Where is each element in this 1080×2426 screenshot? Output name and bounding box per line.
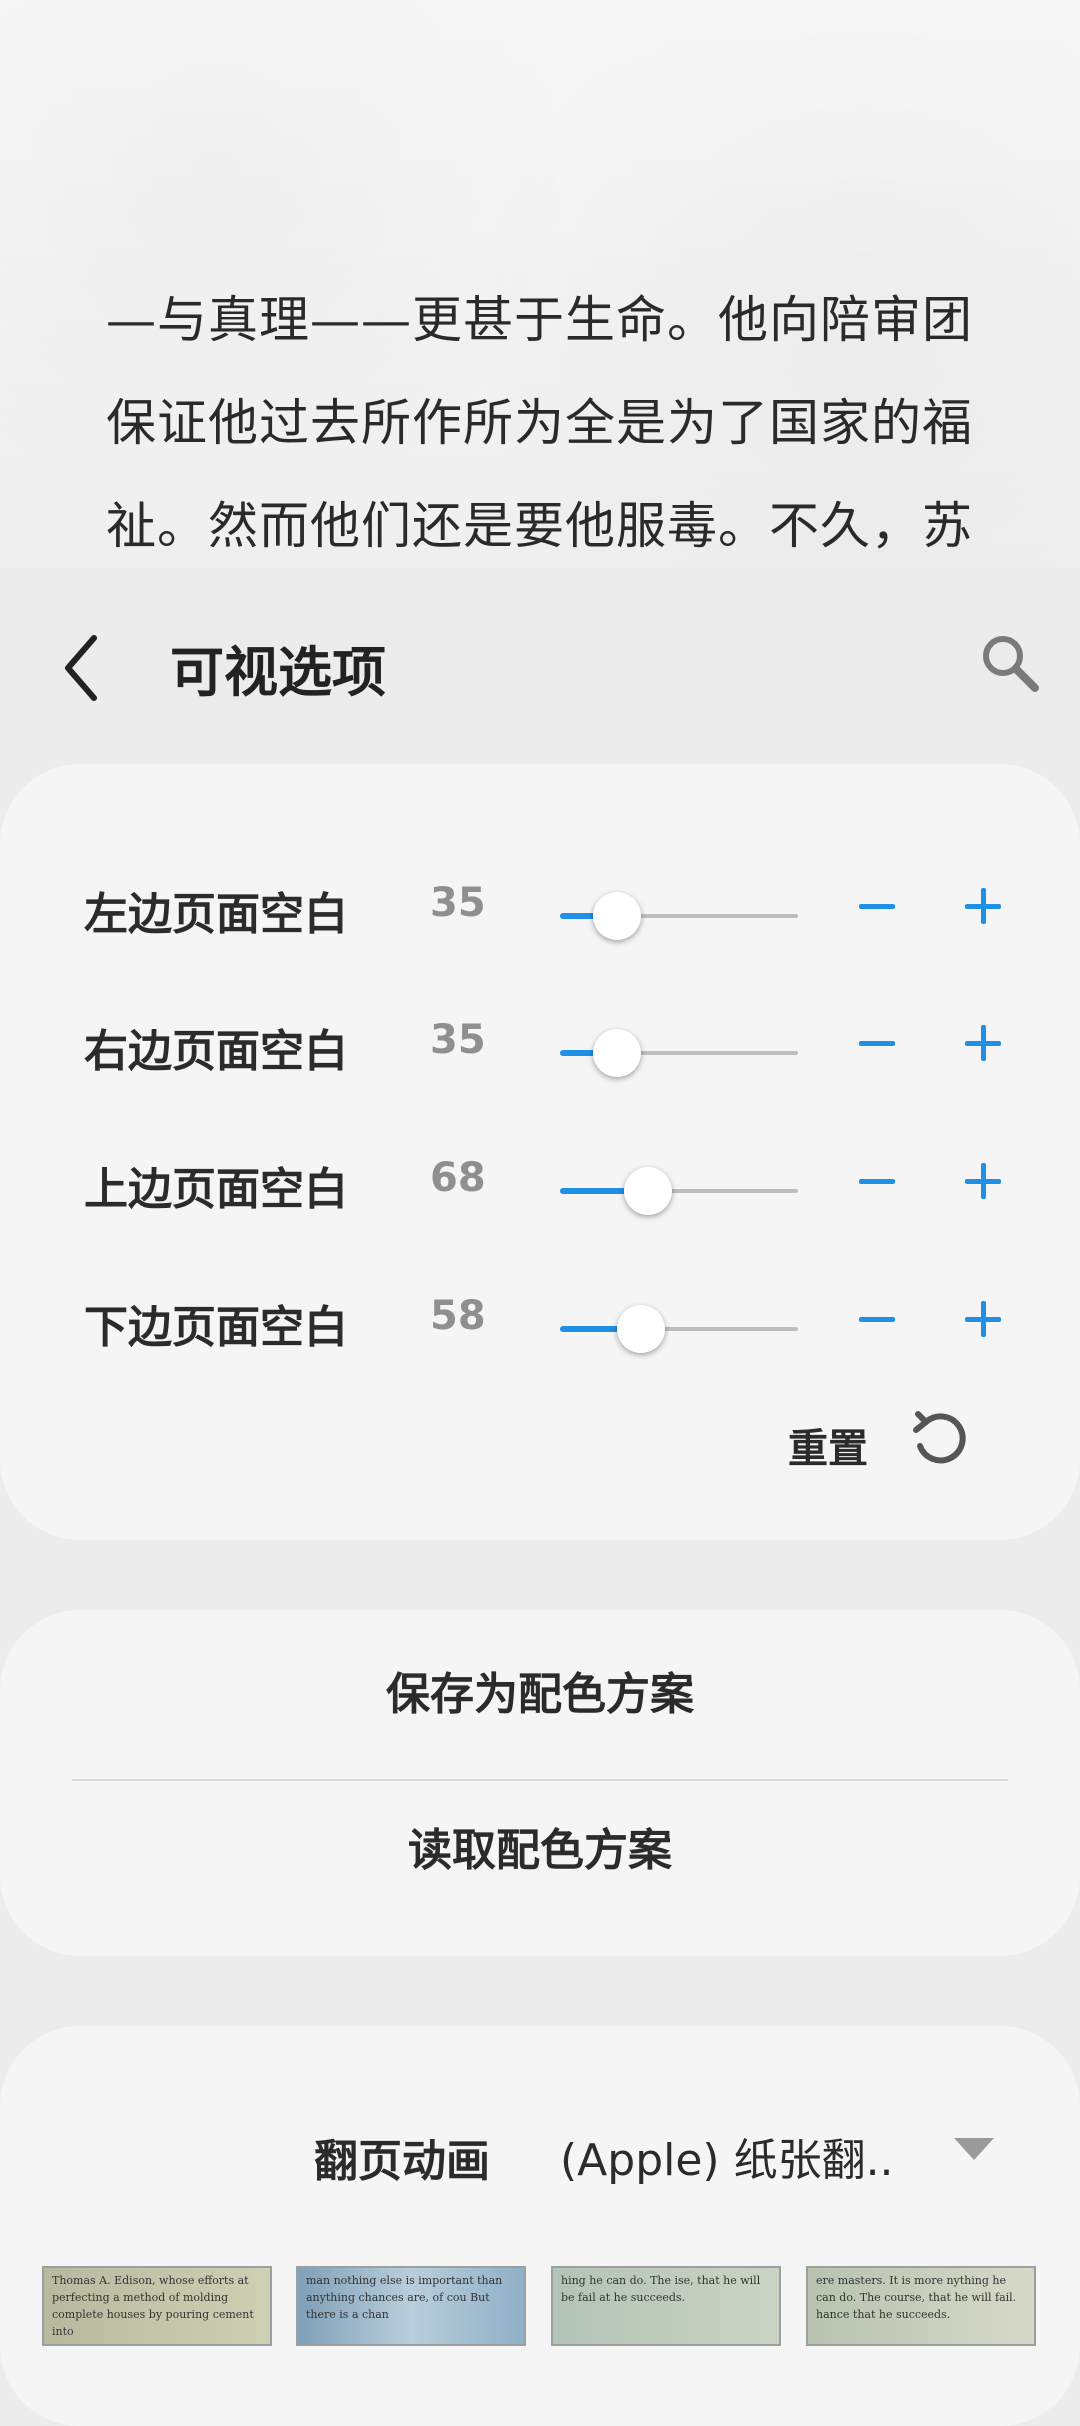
decrease-right-margin-button[interactable] <box>846 1013 906 1073</box>
back-button[interactable] <box>56 628 112 708</box>
page-title: 可视选项 <box>170 641 386 704</box>
slider-thumb[interactable] <box>617 1305 665 1353</box>
margin-label: 上边页面空白 <box>84 1164 348 1215</box>
increase-left-margin-button[interactable] <box>953 876 1013 936</box>
margin-label: 右边页面空白 <box>84 1026 348 1077</box>
load-color-scheme-button[interactable]: 读取配色方案 <box>0 1776 1080 1926</box>
margin-slider-bottom[interactable] <box>560 1305 798 1353</box>
animation-preview-thumbnail[interactable]: ere masters. It is more nything he can d… <box>806 2266 1036 2346</box>
search-button[interactable] <box>975 628 1045 698</box>
reset-button[interactable]: 重置 <box>788 1416 868 1474</box>
margin-row-right: 右边页面空白 35 <box>0 983 1080 1103</box>
slider-thumb[interactable] <box>593 892 641 940</box>
slider-thumb[interactable] <box>593 1029 641 1077</box>
reading-text-line: 保证他过去所作所为全是为了国家的福 <box>106 394 973 452</box>
decrease-left-margin-button[interactable] <box>846 876 906 936</box>
page-animation-dropdown[interactable]: (Apple) 纸张翻.. <box>556 2108 1026 2198</box>
margin-label: 左边页面空白 <box>84 889 348 940</box>
margin-slider-left[interactable] <box>560 892 798 940</box>
search-icon <box>983 636 1039 692</box>
reading-text-line: 祉。然而他们还是要他服毒。不久，苏 <box>106 497 973 555</box>
visual-options-sheet: 可视选项 左边页面空白 35 右边页面空白 35 上边页面空白 68 下边页面空… <box>0 568 1080 2426</box>
page-animation-label: 翻页动画 <box>314 2136 490 2187</box>
animation-preview-thumbnail[interactable]: hing he can do. The ise, that he will be… <box>551 2266 781 2346</box>
margin-slider-top[interactable] <box>560 1167 798 1215</box>
slider-thumb[interactable] <box>624 1167 672 1215</box>
margin-value: 68 <box>430 1155 486 1201</box>
margin-value: 35 <box>430 1017 486 1063</box>
chevron-left-icon <box>65 635 97 701</box>
margin-label: 下边页面空白 <box>84 1302 348 1353</box>
margin-slider-right[interactable] <box>560 1029 798 1077</box>
reading-text-line: —与真理——更甚于生命。他向陪审团 <box>106 291 973 349</box>
reading-area: —与真理——更甚于生命。他向陪审团 保证他过去所作所为全是为了国家的福 祉。然而… <box>0 0 1080 568</box>
reset-icon[interactable] <box>908 1406 974 1472</box>
header-bar: 可视选项 <box>0 568 1080 758</box>
decrease-bottom-margin-button[interactable] <box>846 1289 906 1349</box>
decrease-top-margin-button[interactable] <box>846 1151 906 1211</box>
margin-row-left: 左边页面空白 35 <box>0 846 1080 966</box>
margin-value: 35 <box>430 880 486 926</box>
animation-preview-thumbnail[interactable]: Thomas A. Edison, whose efforts at perfe… <box>42 2266 272 2346</box>
dropdown-selected-value: (Apple) 纸张翻.. <box>560 2135 894 2186</box>
increase-top-margin-button[interactable] <box>953 1151 1013 1211</box>
margin-row-top: 上边页面空白 68 <box>0 1121 1080 1241</box>
save-color-scheme-button[interactable]: 保存为配色方案 <box>0 1620 1080 1770</box>
margin-row-bottom: 下边页面空白 58 <box>0 1259 1080 1379</box>
increase-bottom-margin-button[interactable] <box>953 1289 1013 1349</box>
increase-right-margin-button[interactable] <box>953 1013 1013 1073</box>
margin-value: 58 <box>430 1293 486 1339</box>
animation-preview-thumbnail[interactable]: man nothing else is important than anyth… <box>296 2266 526 2346</box>
chevron-down-icon <box>954 2138 994 2160</box>
page-animation-card <box>0 2026 1080 2426</box>
